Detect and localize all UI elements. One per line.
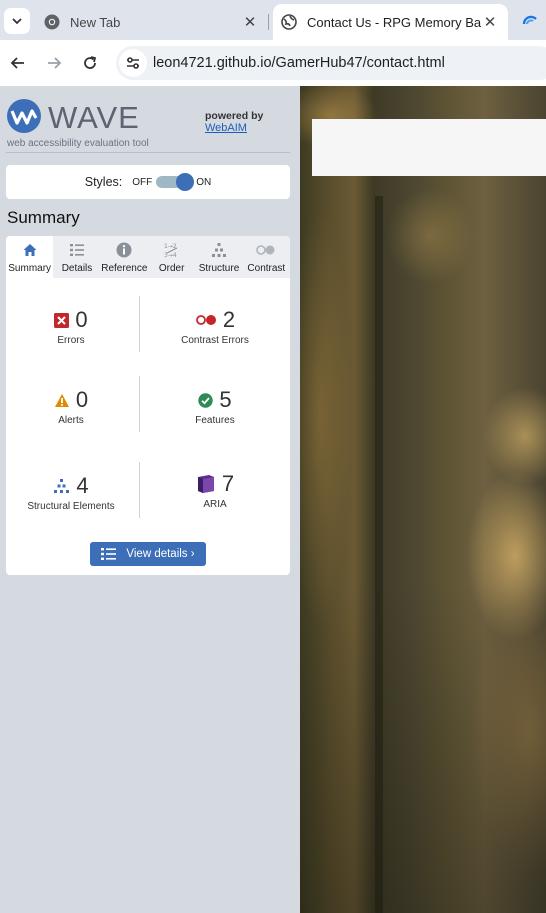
tab-new-tab[interactable]: New Tab ✕ [36,4,268,40]
stat-structural-elements[interactable]: 4 Structural Elements [6,473,136,512]
back-button[interactable] [4,49,32,77]
site-info-button[interactable] [119,49,147,77]
reload-icon [84,56,97,69]
browser-tab-strip: New Tab ✕ Contact Us - RPG Memory Battle… [0,0,546,40]
webaim-link[interactable]: WebAIM [205,122,247,134]
error-icon [54,312,70,328]
wave-tagline: web accessibility evaluation tool [7,138,149,149]
stat-divider [139,296,140,352]
background-painting [300,86,546,913]
chevron-down-icon [12,18,22,25]
powered-by-label: powered by [205,110,264,122]
wave-logo-text: WAVE [48,100,140,135]
tab-next-partial[interactable] [514,4,546,36]
tab-contrast[interactable]: Contrast [243,236,290,278]
aria-label: ARIA [203,499,227,510]
arrow-left-icon [10,57,24,69]
browser-toolbar: leon4721.github.io/GamerHub47/contact.ht… [0,40,546,86]
tab-details-label: Details [61,263,93,274]
view-details-button[interactable]: View details › [90,542,206,566]
tune-icon [127,57,139,69]
tab-reference[interactable]: Reference [101,236,148,278]
order-icon: 1→2 3→4 [164,243,177,258]
url-text: leon4721.github.io/GamerHub47/contact.ht… [153,55,445,71]
tab-order[interactable]: 1→2 3→4 Order [148,236,195,278]
reload-button[interactable] [76,49,104,77]
toggle-knob [176,173,195,191]
home-icon [23,244,37,256]
tab-reference-label: Reference [101,263,148,274]
styles-on-label: ON [196,176,212,188]
info-icon [116,242,132,258]
tab-contact-us[interactable]: Contact Us - RPG Memory Battle ✕ [273,4,508,40]
alerts-label: Alerts [58,415,84,426]
structural-count: 4 [76,473,89,498]
stat-alerts[interactable]: 0 Alerts [6,387,136,426]
powered-by: powered by WebAIM [205,110,263,134]
list-icon [69,244,84,256]
contrast-errors-label: Contrast Errors [181,335,249,346]
tab-title: New Tab [70,14,121,30]
tab-structure-label: Structure [198,263,240,274]
summary-panel: Summary Details Reference 1→2 3→4 Order … [6,236,290,575]
chrome-icon [44,14,60,30]
globe-icon [281,14,297,30]
tab-separator [268,14,269,30]
features-label: Features [195,415,235,426]
structural-label: Structural Elements [27,501,115,512]
alerts-count: 0 [75,387,89,412]
contrast-error-icon [195,315,216,325]
stat-aria[interactable]: 7 ARIA [140,471,290,510]
structure-icon [211,243,226,257]
contrast-icon [256,245,275,255]
arrow-right-icon [48,57,62,69]
styles-toggle-box: Styles: OFF ON [6,165,290,199]
styles-toggle-switch[interactable] [156,173,195,191]
list-icon [101,548,117,560]
wave-header: WAVE web accessibility evaluation tool p… [0,86,300,153]
tab-search-button[interactable] [4,8,30,34]
stat-divider [139,462,140,518]
aria-count: 7 [221,471,235,496]
close-tab-icon[interactable]: ✕ [481,13,499,31]
close-tab-icon[interactable]: ✕ [241,13,259,31]
aria-cube-icon [197,475,214,493]
features-count: 5 [219,387,232,412]
header-divider [6,152,290,153]
tab-contrast-label: Contrast [247,263,286,274]
painting-shadow [375,196,383,913]
view-details-label: View details › [126,548,195,560]
contrast-errors-count: 2 [222,307,236,332]
errors-label: Errors [57,335,85,346]
tab-summary-label: Summary [8,263,52,274]
errors-count: 0 [75,307,88,332]
svg-text:3→4: 3→4 [164,252,177,258]
tab-details[interactable]: Details [53,236,100,278]
stat-contrast-errors[interactable]: 2 Contrast Errors [140,307,290,346]
feature-check-icon [198,392,214,408]
structure-icon [54,479,70,493]
summary-heading: Summary [7,208,80,227]
wave-sidebar: WAVE web accessibility evaluation tool p… [0,86,300,913]
tab-summary[interactable]: Summary [6,236,54,278]
wave-logo-icon [7,99,41,133]
tab-order-label: Order [158,263,185,274]
address-bar[interactable]: leon4721.github.io/GamerHub47/contact.ht… [116,46,546,80]
tab-structure[interactable]: Structure [195,236,242,278]
alert-icon [54,393,69,407]
styles-label: Styles: [84,175,123,189]
stat-features[interactable]: 5 Features [140,387,290,426]
forward-button[interactable] [40,49,68,77]
stat-divider [139,376,140,432]
panel-tab-bar: Summary Details Reference 1→2 3→4 Order … [6,236,290,278]
page-viewport [300,86,546,913]
styles-off-label: OFF [132,176,153,188]
loading-arc-icon [522,15,537,25]
stat-errors[interactable]: 0 Errors [6,307,136,346]
tab-title: Contact Us - RPG Memory Battle [307,14,481,30]
page-header-box [312,119,546,176]
